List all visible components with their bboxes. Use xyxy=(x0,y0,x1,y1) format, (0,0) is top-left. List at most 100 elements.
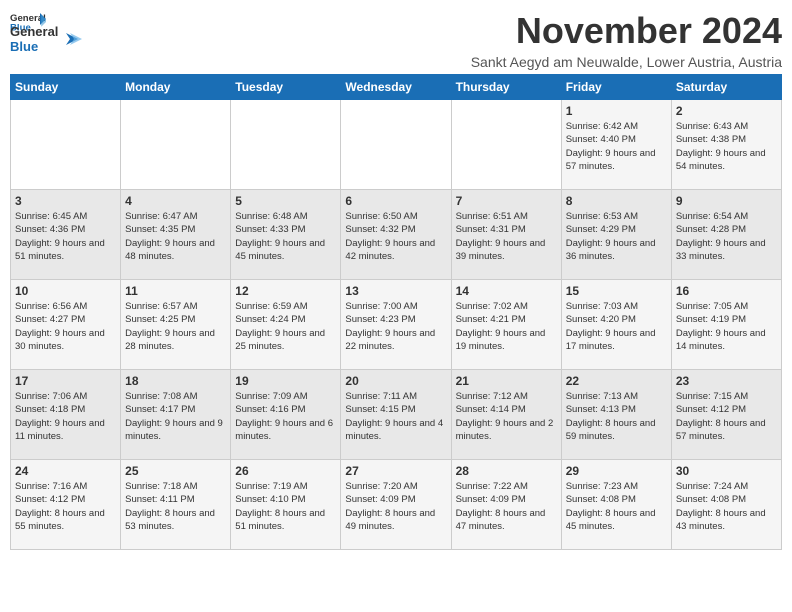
calendar-day-cell xyxy=(451,100,561,190)
calendar-day-cell: 2 Sunrise: 6:43 AM Sunset: 4:38 PM Daylig… xyxy=(671,100,781,190)
calendar-day-cell: 11 Sunrise: 6:57 AM Sunset: 4:25 PM Dayli… xyxy=(121,280,231,370)
weekday-header-cell: Wednesday xyxy=(341,75,451,100)
day-info: Sunrise: 6:48 AM Sunset: 4:33 PM Dayligh… xyxy=(235,210,336,263)
day-number: 26 xyxy=(235,464,336,478)
day-info: Sunrise: 6:57 AM Sunset: 4:25 PM Dayligh… xyxy=(125,300,226,353)
day-number: 17 xyxy=(15,374,116,388)
calendar-day-cell: 27 Sunrise: 7:20 AM Sunset: 4:09 PM Dayli… xyxy=(341,460,451,550)
day-number: 2 xyxy=(676,104,777,118)
calendar-day-cell: 17 Sunrise: 7:06 AM Sunset: 4:18 PM Dayli… xyxy=(11,370,121,460)
day-info: Sunrise: 6:59 AM Sunset: 4:24 PM Dayligh… xyxy=(235,300,336,353)
day-info: Sunrise: 6:54 AM Sunset: 4:28 PM Dayligh… xyxy=(676,210,777,263)
calendar-day-cell xyxy=(121,100,231,190)
day-info: Sunrise: 7:23 AM Sunset: 4:08 PM Dayligh… xyxy=(566,480,667,533)
calendar-day-cell xyxy=(231,100,341,190)
logo-arrow-icon xyxy=(62,29,82,49)
day-info: Sunrise: 6:50 AM Sunset: 4:32 PM Dayligh… xyxy=(345,210,446,263)
calendar-day-cell: 24Sunrise: 7:16 AM Sunset: 4:12 PM Dayli… xyxy=(11,460,121,550)
day-number: 23 xyxy=(676,374,777,388)
day-number: 11 xyxy=(125,284,226,298)
day-info: Sunrise: 7:09 AM Sunset: 4:16 PM Dayligh… xyxy=(235,390,336,443)
calendar-day-cell: 16 Sunrise: 7:05 AM Sunset: 4:19 PM Dayli… xyxy=(671,280,781,370)
day-info: Sunrise: 7:05 AM Sunset: 4:19 PM Dayligh… xyxy=(676,300,777,353)
day-number: 30 xyxy=(676,464,777,478)
day-info: Sunrise: 6:43 AM Sunset: 4:38 PM Dayligh… xyxy=(676,120,777,173)
location-subtitle: Sankt Aegyd am Neuwalde, Lower Austria, … xyxy=(471,54,782,70)
day-number: 21 xyxy=(456,374,557,388)
day-number: 27 xyxy=(345,464,446,478)
calendar-day-cell: 20 Sunrise: 7:11 AM Sunset: 4:15 PM Dayli… xyxy=(341,370,451,460)
calendar-day-cell: 14 Sunrise: 7:02 AM Sunset: 4:21 PM Dayli… xyxy=(451,280,561,370)
day-info: Sunrise: 7:06 AM Sunset: 4:18 PM Dayligh… xyxy=(15,390,116,443)
day-number: 28 xyxy=(456,464,557,478)
day-number: 19 xyxy=(235,374,336,388)
calendar-day-cell: 3 Sunrise: 6:45 AM Sunset: 4:36 PM Daylig… xyxy=(11,190,121,280)
weekday-header-cell: Sunday xyxy=(11,75,121,100)
day-info: Sunrise: 6:56 AM Sunset: 4:27 PM Dayligh… xyxy=(15,300,116,353)
calendar-week-row: 10 Sunrise: 6:56 AM Sunset: 4:27 PM Dayli… xyxy=(11,280,782,370)
day-number: 4 xyxy=(125,194,226,208)
calendar-day-cell: 23 Sunrise: 7:15 AM Sunset: 4:12 PM Dayli… xyxy=(671,370,781,460)
day-info: Sunrise: 7:22 AM Sunset: 4:09 PM Dayligh… xyxy=(456,480,557,533)
day-number: 5 xyxy=(235,194,336,208)
month-title: November 2024 xyxy=(471,10,782,52)
calendar-day-cell: 28 Sunrise: 7:22 AM Sunset: 4:09 PM Dayli… xyxy=(451,460,561,550)
weekday-header-cell: Tuesday xyxy=(231,75,341,100)
weekday-header-cell: Friday xyxy=(561,75,671,100)
calendar-day-cell: 30 Sunrise: 7:24 AM Sunset: 4:08 PM Dayli… xyxy=(671,460,781,550)
weekday-header-cell: Saturday xyxy=(671,75,781,100)
calendar-week-row: 17 Sunrise: 7:06 AM Sunset: 4:18 PM Dayli… xyxy=(11,370,782,460)
calendar-day-cell: 7Sunrise: 6:51 AM Sunset: 4:31 PM Daylig… xyxy=(451,190,561,280)
day-info: Sunrise: 7:02 AM Sunset: 4:21 PM Dayligh… xyxy=(456,300,557,353)
calendar-day-cell: 9 Sunrise: 6:54 AM Sunset: 4:28 PM Daylig… xyxy=(671,190,781,280)
day-number: 10 xyxy=(15,284,116,298)
calendar-day-cell: 25 Sunrise: 7:18 AM Sunset: 4:11 PM Dayli… xyxy=(121,460,231,550)
calendar-day-cell: 12Sunrise: 6:59 AM Sunset: 4:24 PM Dayli… xyxy=(231,280,341,370)
calendar-day-cell: 6 Sunrise: 6:50 AM Sunset: 4:32 PM Daylig… xyxy=(341,190,451,280)
calendar-day-cell: 19 Sunrise: 7:09 AM Sunset: 4:16 PM Dayli… xyxy=(231,370,341,460)
day-info: Sunrise: 7:11 AM Sunset: 4:15 PM Dayligh… xyxy=(345,390,446,443)
day-info: Sunrise: 7:12 AM Sunset: 4:14 PM Dayligh… xyxy=(456,390,557,443)
calendar-day-cell: 5 Sunrise: 6:48 AM Sunset: 4:33 PM Daylig… xyxy=(231,190,341,280)
calendar-day-cell: 26 Sunrise: 7:19 AM Sunset: 4:10 PM Dayli… xyxy=(231,460,341,550)
calendar-day-cell: 4Sunrise: 6:47 AM Sunset: 4:35 PM Daylig… xyxy=(121,190,231,280)
day-info: Sunrise: 7:18 AM Sunset: 4:11 PM Dayligh… xyxy=(125,480,226,533)
calendar-day-cell xyxy=(11,100,121,190)
calendar-day-cell: 10 Sunrise: 6:56 AM Sunset: 4:27 PM Dayli… xyxy=(11,280,121,370)
day-info: Sunrise: 7:19 AM Sunset: 4:10 PM Dayligh… xyxy=(235,480,336,533)
calendar-day-cell: 1 Sunrise: 6:42 AM Sunset: 4:40 PM Daylig… xyxy=(561,100,671,190)
day-info: Sunrise: 6:42 AM Sunset: 4:40 PM Dayligh… xyxy=(566,120,667,173)
day-info: Sunrise: 6:45 AM Sunset: 4:36 PM Dayligh… xyxy=(15,210,116,263)
calendar-week-row: 3 Sunrise: 6:45 AM Sunset: 4:36 PM Daylig… xyxy=(11,190,782,280)
calendar-day-cell xyxy=(341,100,451,190)
title-block: November 2024 Sankt Aegyd am Neuwalde, L… xyxy=(471,10,782,70)
day-number: 3 xyxy=(15,194,116,208)
day-number: 7 xyxy=(456,194,557,208)
day-number: 29 xyxy=(566,464,667,478)
day-number: 20 xyxy=(345,374,446,388)
calendar-day-cell: 15Sunrise: 7:03 AM Sunset: 4:20 PM Dayli… xyxy=(561,280,671,370)
day-number: 24 xyxy=(15,464,116,478)
day-number: 25 xyxy=(125,464,226,478)
page-header: General Blue General Blue November 2024 … xyxy=(10,10,782,70)
day-number: 14 xyxy=(456,284,557,298)
day-number: 9 xyxy=(676,194,777,208)
day-number: 13 xyxy=(345,284,446,298)
logo: General Blue General Blue xyxy=(10,10,82,54)
logo-blue: Blue xyxy=(10,39,58,54)
calendar-day-cell: 29 Sunrise: 7:23 AM Sunset: 4:08 PM Dayli… xyxy=(561,460,671,550)
day-info: Sunrise: 7:24 AM Sunset: 4:08 PM Dayligh… xyxy=(676,480,777,533)
calendar-day-cell: 21 Sunrise: 7:12 AM Sunset: 4:14 PM Dayli… xyxy=(451,370,561,460)
calendar-body: 1 Sunrise: 6:42 AM Sunset: 4:40 PM Daylig… xyxy=(11,100,782,550)
calendar-week-row: 1 Sunrise: 6:42 AM Sunset: 4:40 PM Daylig… xyxy=(11,100,782,190)
calendar-day-cell: 13Sunrise: 7:00 AM Sunset: 4:23 PM Dayli… xyxy=(341,280,451,370)
day-number: 1 xyxy=(566,104,667,118)
weekday-header-cell: Monday xyxy=(121,75,231,100)
day-number: 6 xyxy=(345,194,446,208)
day-number: 16 xyxy=(676,284,777,298)
calendar-day-cell: 22Sunrise: 7:13 AM Sunset: 4:13 PM Dayli… xyxy=(561,370,671,460)
day-info: Sunrise: 6:53 AM Sunset: 4:29 PM Dayligh… xyxy=(566,210,667,263)
day-info: Sunrise: 7:20 AM Sunset: 4:09 PM Dayligh… xyxy=(345,480,446,533)
weekday-header-row: SundayMondayTuesdayWednesdayThursdayFrid… xyxy=(11,75,782,100)
day-info: Sunrise: 7:15 AM Sunset: 4:12 PM Dayligh… xyxy=(676,390,777,443)
